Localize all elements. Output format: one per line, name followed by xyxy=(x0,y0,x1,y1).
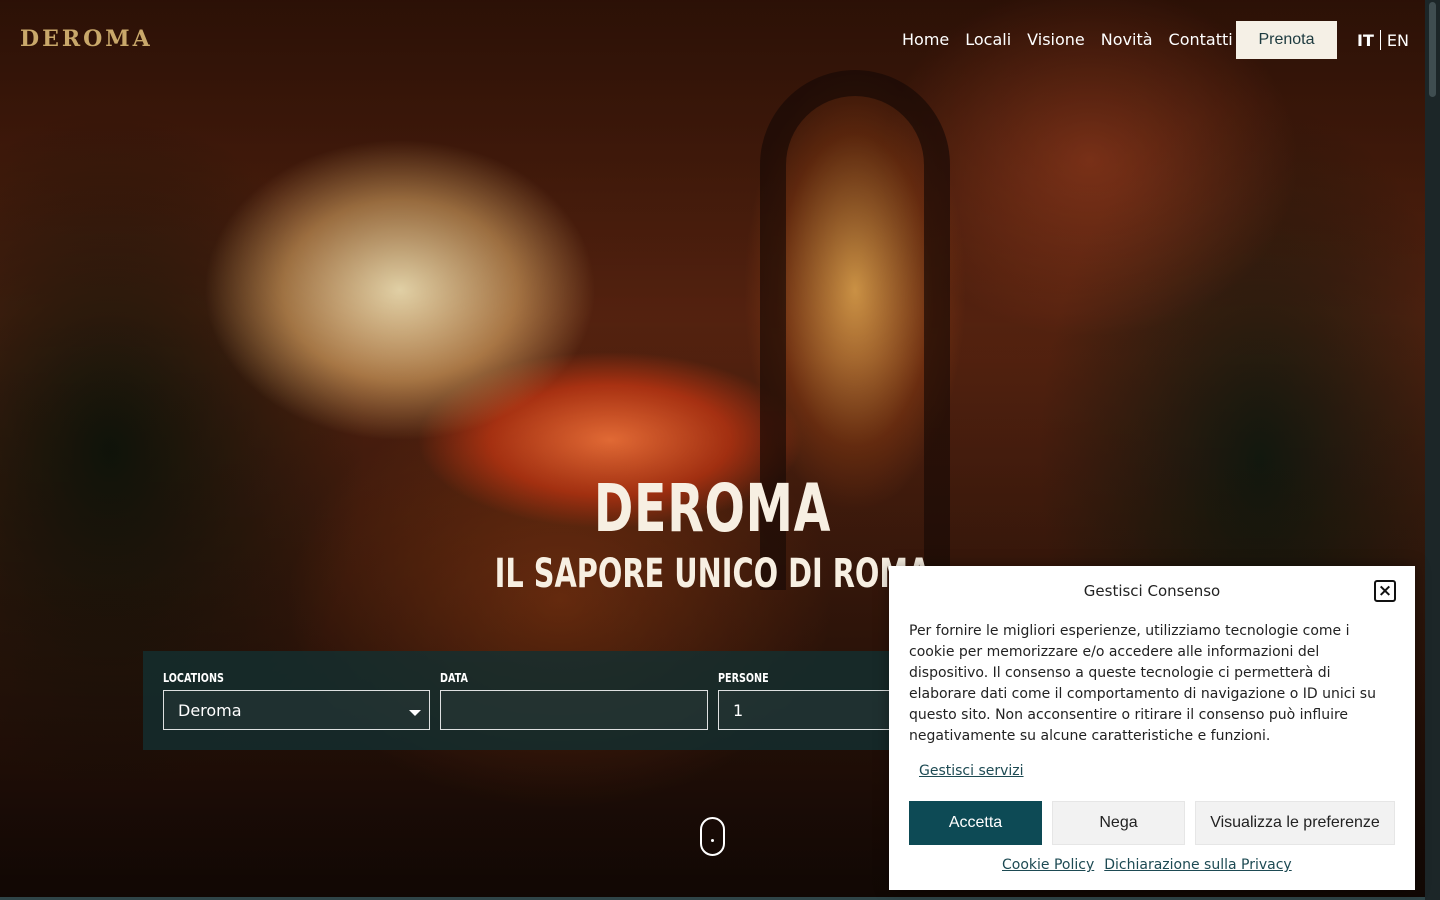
consent-text: Per fornire le migliori esperienze, util… xyxy=(909,623,1376,744)
locations-label: LOCATIONS xyxy=(163,671,224,685)
lang-en[interactable]: EN xyxy=(1387,31,1409,50)
chevron-down-icon xyxy=(409,710,421,716)
scroll-mouse-icon[interactable] xyxy=(700,817,725,856)
accept-button[interactable]: Accetta xyxy=(909,801,1042,845)
cookie-policy-link[interactable]: Cookie Policy xyxy=(1002,857,1094,873)
manage-services-link[interactable]: Gestisci servizi xyxy=(919,763,1024,779)
hero-title: DEROMA xyxy=(593,470,832,547)
nav-item-home[interactable]: Home xyxy=(902,30,949,50)
nav-item-visione[interactable]: Visione xyxy=(1027,30,1085,50)
language-switcher: IT EN xyxy=(1357,30,1409,50)
locations-select[interactable]: Deroma xyxy=(163,690,430,730)
data-label: DATA xyxy=(440,671,468,685)
nav-item-locali[interactable]: Locali xyxy=(965,30,1011,50)
lang-separator xyxy=(1379,30,1381,50)
nav-item-contatti[interactable]: Contatti xyxy=(1169,30,1233,50)
view-preferences-button[interactable]: Visualizza le preferenze xyxy=(1195,801,1395,845)
consent-links: Cookie Policy Dichiarazione sulla Privac… xyxy=(1002,857,1292,873)
persone-label: PERSONE xyxy=(718,671,769,685)
lang-it[interactable]: IT xyxy=(1357,31,1374,50)
privacy-link[interactable]: Dichiarazione sulla Privacy xyxy=(1104,857,1291,873)
consent-dialog: Gestisci Consenso × Per fornire le migli… xyxy=(889,566,1415,890)
scrollbar-thumb[interactable] xyxy=(1429,2,1436,97)
close-icon[interactable]: × xyxy=(1374,580,1396,602)
consent-title: Gestisci Consenso xyxy=(1083,582,1221,600)
persone-value: 1 xyxy=(733,700,744,720)
locations-field: LOCATIONS Deroma xyxy=(163,671,430,730)
data-field: DATA xyxy=(440,671,708,730)
booking-bar: LOCATIONS Deroma DATA PERSONE 1 xyxy=(143,651,923,750)
data-input[interactable] xyxy=(440,690,708,730)
deny-button[interactable]: Nega xyxy=(1052,801,1185,845)
main-nav: Home Locali Visione Novità Contatti xyxy=(902,30,1233,50)
nav-item-novita[interactable]: Novità xyxy=(1101,30,1153,50)
locations-value: Deroma xyxy=(178,700,242,720)
prenota-button[interactable]: Prenota xyxy=(1236,21,1337,59)
brand-logo[interactable]: DEROMA xyxy=(20,26,153,52)
scrollbar-track[interactable] xyxy=(1425,0,1440,900)
